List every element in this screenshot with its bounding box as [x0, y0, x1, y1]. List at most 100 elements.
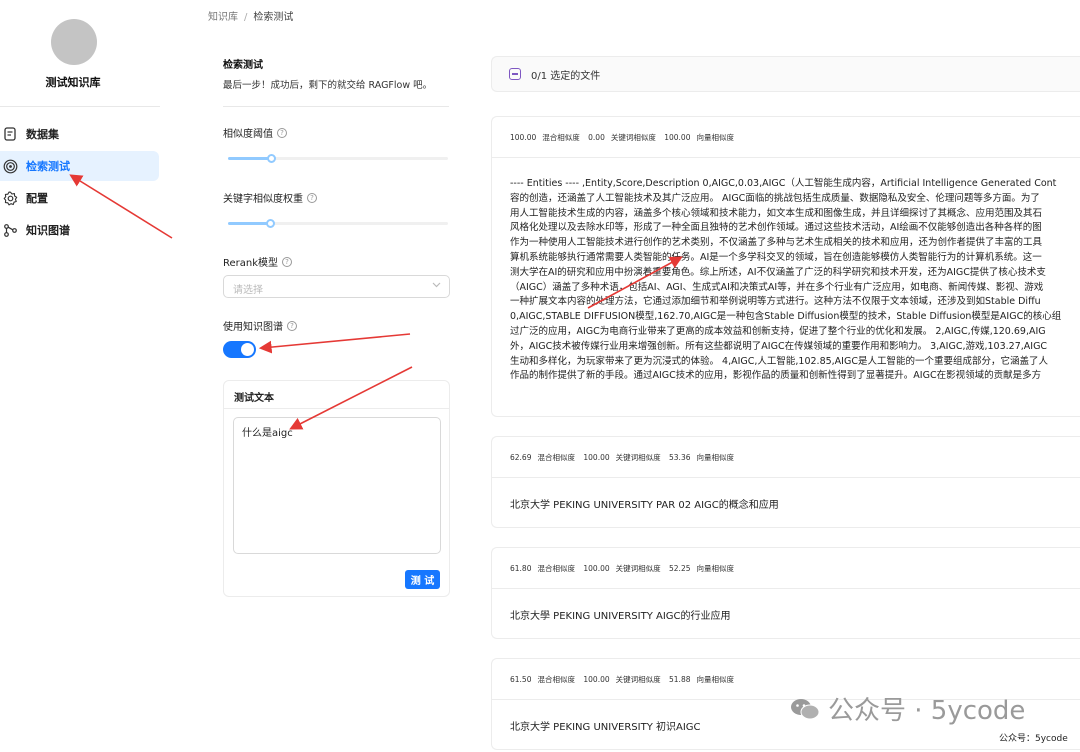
keyword-weight-label: 关键字相似度权重? [223, 190, 317, 205]
result-divider [492, 477, 1080, 478]
keyword-score: 100.00 [583, 453, 610, 462]
similarity-threshold-handle[interactable] [267, 154, 276, 163]
result-line: 过广泛的应用，AIGC为电商行业带来了更高的成本效益和创新支持，促进了整个行业的… [510, 325, 1046, 337]
test-button[interactable]: 测 试 [405, 570, 440, 589]
result-scores: 100.00 混合相似度 0.00 关键词相似度 100.00 向量相似度 [510, 132, 740, 143]
result-line: 测大学在AI的研究和应用中扮演着重要角色。综上所述，AI不仅涵盖了广泛的科学研究… [510, 266, 1046, 278]
vector-score: 51.88 [669, 675, 691, 684]
result-text: 北京大學 PEKING UNIVERSITY AIGC的行业应用 [510, 611, 731, 622]
vector-label: 向量相似度 [696, 564, 735, 573]
result-divider [492, 157, 1080, 158]
vector-score: 53.36 [669, 453, 691, 462]
hybrid-score: 61.80 [510, 564, 532, 573]
breadcrumb-root[interactable]: 知识库 [208, 12, 238, 23]
hybrid-label: 混合相似度 [537, 675, 575, 684]
keyword-label: 关键词相似度 [610, 133, 656, 142]
sidebar-item-retrieval-test[interactable]: 检索测试 [0, 151, 159, 181]
result-text: ---- Entities ---- ,Entity,Score,Descrip… [510, 177, 1080, 384]
select-all-checkbox[interactable] [509, 68, 521, 80]
sidebar-item-label: 配置 [26, 192, 48, 205]
sidebar-item-label: 数据集 [26, 128, 59, 141]
help-icon[interactable]: ? [282, 256, 293, 267]
sidebar-item-dataset[interactable]: 数据集 [0, 119, 159, 149]
keyword-label: 关键词相似度 [615, 453, 661, 462]
sidebar-item-config[interactable]: 配置 [0, 183, 159, 213]
help-icon[interactable]: ? [287, 320, 297, 331]
similarity-threshold-text: 相似度阈值 [223, 129, 273, 140]
sidebar-divider [0, 106, 160, 107]
settings-panel-header: 检索测试 最后一步！成功后，剩下的就交给 RAGFlow 吧。 [223, 56, 451, 91]
graph-icon [2, 222, 18, 238]
result-scores: 61.50 混合相似度 100.00 关键词相似度 51.88 向量相似度 [510, 674, 740, 685]
result-line: 算机系统能够执行通常需要人类智能的任务。AI是一个多学科交叉的领域，旨在创造能够… [510, 251, 1042, 263]
watermark-small: 公众号：5ycode [999, 734, 1068, 744]
watermark: 公众号 · 5ycode [790, 690, 1025, 727]
similarity-threshold-rail[interactable] [272, 157, 448, 160]
wechat-icon [790, 697, 820, 721]
vector-score: 52.25 [669, 564, 691, 573]
vector-label: 向量相似度 [696, 133, 734, 142]
similarity-threshold-track-fill[interactable] [228, 157, 272, 160]
result-line: 0,AIGC,STABLE DIFFUSION模型,162.70,AIGC是一种… [510, 311, 1062, 323]
selected-files-bar[interactable]: 0/1 选定的文件 [491, 56, 1080, 92]
result-line: 风格化处理以及去除水印等，形成了一种全面且独特的艺术创作领域。通过这些技术活动，… [510, 222, 1042, 234]
keyword-weight-text: 关键字相似度权重 [223, 194, 303, 205]
rerank-label: Rerank模型? [223, 254, 293, 269]
test-text-input[interactable]: 什么是aigc [233, 417, 441, 554]
result-line: （AIGC）涵盖了多种术语，包括AI、AGI、生成式AI和决策式AI等，并在多个… [510, 281, 1044, 293]
selected-files-text: 0/1 选定的文件 [531, 70, 601, 82]
vector-label: 向量相似度 [696, 675, 735, 684]
result-scores: 62.69 混合相似度 100.00 关键词相似度 53.36 向量相似度 [510, 452, 740, 463]
result-line: 容的创造，还涵盖了人工智能技术及其广泛应用。 AIGC面临的挑战包括生成质量、数… [510, 192, 1040, 204]
result-line: ---- Entities ---- ,Entity,Score,Descrip… [510, 178, 1057, 189]
result-card[interactable]: 100.00 混合相似度 0.00 关键词相似度 100.00 向量相似度 ---- … [491, 116, 1080, 417]
document-icon [2, 126, 18, 142]
result-line: 作品的制作提供了新的手段。通过AIGC技术的应用，影视作品的质量和创新性得到了显… [510, 370, 1042, 382]
result-text: 北京大学 PEKING UNIVERSITY 初识AIGC [510, 722, 701, 733]
sidebar-item-knowledge-graph[interactable]: 知识图谱 [0, 215, 159, 245]
hybrid-score: 62.69 [510, 453, 532, 462]
target-icon [2, 158, 18, 174]
result-card[interactable]: 61.80 混合相似度 100.00 关键词相似度 52.25 向量相似度 北京大學 … [491, 547, 1080, 639]
panel-divider [223, 106, 449, 107]
vector-label: 向量相似度 [696, 453, 735, 462]
panel-title: 检索测试 [223, 60, 263, 71]
toggle-knob [241, 343, 254, 356]
result-line: 生动和多样化，为玩家带来了更为沉浸式的体验。 4,AIGC,人工智能,102.8… [510, 355, 1048, 367]
keyword-weight-handle[interactable] [266, 219, 275, 228]
result-line: 用人工智能技术生成的内容，涵盖多个核心领域和技术能力，如文本生成和图像生成，并且… [510, 207, 1043, 219]
test-text-card: 测试文本 什么是aigc 测 试 [223, 380, 450, 597]
breadcrumb: 知识库 / 检索测试 [208, 8, 293, 23]
result-scores: 61.80 混合相似度 100.00 关键词相似度 52.25 向量相似度 [510, 563, 740, 574]
vector-score: 100.00 [664, 133, 691, 142]
keyword-score: 100.00 [583, 675, 610, 684]
sidebar-item-label: 检索测试 [26, 160, 70, 173]
card-divider [224, 408, 449, 409]
similarity-threshold-label: 相似度阈值? [223, 125, 287, 140]
knowledge-graph-text: 使用知识图谱 [223, 322, 283, 333]
chevron-down-icon [432, 280, 441, 292]
rerank-text: Rerank模型 [223, 258, 279, 269]
keyword-weight-rail[interactable] [272, 222, 448, 225]
result-line: 外，AIGC技术被传媒行业用来增强创新。所有这些都说明了AIGC在传媒领域的重要… [510, 340, 1048, 352]
rerank-select[interactable]: 请选择 [223, 275, 450, 298]
arrow-to-toggle [258, 333, 411, 354]
knowledge-graph-label: 使用知识图谱? [223, 318, 297, 333]
keyword-label: 关键词相似度 [615, 564, 661, 573]
result-line: 一种扩展文本内容的处理方法，它通过添加细节和举例说明等方式进行。这种方法不仅限于… [510, 296, 1041, 308]
sidebar: 测试知识库 数据集 检索测试 配置 知识图谱 [0, 0, 170, 752]
help-icon[interactable]: ? [277, 127, 287, 138]
result-divider [492, 588, 1080, 589]
test-text-title: 测试文本 [234, 393, 274, 404]
sidebar-item-label: 知识图谱 [26, 224, 70, 237]
hybrid-score: 100.00 [510, 133, 537, 142]
keyword-score: 0.00 [588, 133, 605, 142]
hybrid-score: 61.50 [510, 675, 532, 684]
result-card[interactable]: 62.69 混合相似度 100.00 关键词相似度 53.36 向量相似度 北京大学 … [491, 436, 1080, 528]
watermark-text: 公众号 · 5ycode [828, 696, 1026, 726]
result-text: 北京大学 PEKING UNIVERSITY PAR 02 AIGC的概念和应用 [510, 500, 779, 511]
knowledge-graph-toggle[interactable] [223, 341, 256, 358]
breadcrumb-separator: / [244, 12, 248, 23]
help-icon[interactable]: ? [307, 192, 317, 203]
keyword-score: 100.00 [583, 564, 610, 573]
